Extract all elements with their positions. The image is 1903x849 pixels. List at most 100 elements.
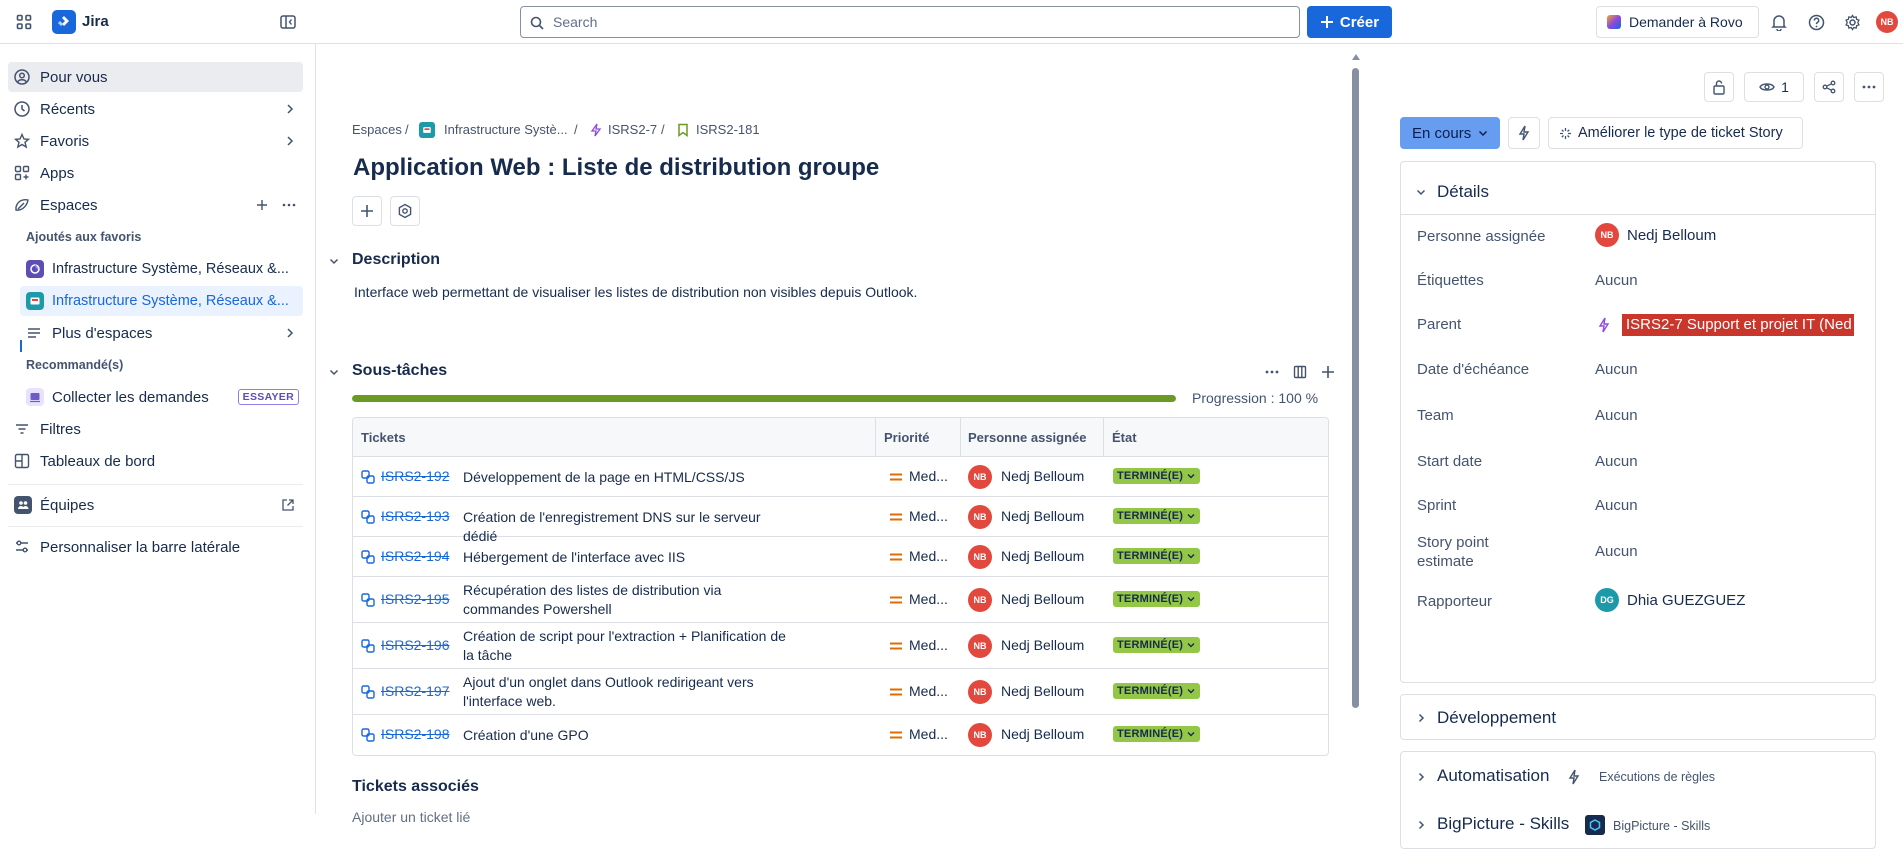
subtask-priority[interactable]: Med... (909, 508, 948, 524)
chevron-down-icon[interactable] (1413, 184, 1429, 200)
assignee-value[interactable]: NB Nedj Belloum (1595, 223, 1716, 247)
subtask-priority[interactable]: Med... (909, 591, 948, 607)
search-input[interactable]: Search (520, 6, 1300, 38)
subtask-summary[interactable]: Création de script pour l'extraction + P… (463, 627, 793, 665)
automation-button[interactable] (1508, 117, 1540, 149)
status-lozenge[interactable]: TERMINÉ(E) (1113, 683, 1201, 699)
breadcrumb-project[interactable]: Infrastructure Systè... (444, 122, 568, 137)
sidebar-item-for-you[interactable]: Pour vous (8, 62, 303, 92)
chevron-right-icon[interactable] (283, 326, 297, 340)
status-lozenge[interactable]: TERMINÉ(E) (1113, 548, 1201, 564)
subtask-key[interactable]: ISRS2-198 (381, 726, 449, 742)
table-row[interactable]: ISRS2-198 Création d'une GPO Med... NB Nedj … (353, 715, 1328, 755)
sidebar-item-dashboards[interactable]: Tableaux de bord (8, 446, 303, 476)
subtask-key[interactable]: ISRS2-192 (381, 468, 449, 484)
breadcrumb-current[interactable]: ISRS2-181 (696, 122, 760, 137)
table-row[interactable]: ISRS2-195 Récupération des listes de dist… (353, 577, 1328, 623)
subtask-assignee[interactable]: Nedj Belloum (1001, 726, 1084, 742)
column-header-tickets[interactable]: Tickets (361, 430, 406, 445)
create-button[interactable]: Créer (1307, 6, 1392, 38)
automation-heading[interactable]: Automatisation (1437, 766, 1549, 786)
try-badge[interactable]: ESSAYER (237, 389, 299, 405)
jira-logo-icon[interactable] (52, 10, 76, 34)
table-row[interactable]: ISRS2-192 Développement de la page en HTM… (353, 457, 1328, 497)
chevron-down-icon[interactable] (326, 253, 342, 269)
subtask-key[interactable]: ISRS2-194 (381, 548, 449, 564)
subtask-summary[interactable]: Ajout d'un onglet dans Outlook redirigea… (463, 673, 793, 711)
apps-button[interactable] (390, 196, 420, 226)
subtask-priority[interactable]: Med... (909, 726, 948, 742)
scrollbar-thumb[interactable] (1352, 68, 1359, 708)
subtask-assignee[interactable]: Nedj Belloum (1001, 637, 1084, 653)
details-heading[interactable]: Détails (1437, 182, 1489, 202)
subtask-assignee[interactable]: Nedj Belloum (1001, 508, 1084, 524)
subtask-priority[interactable]: Med... (909, 548, 948, 564)
scrollbar[interactable] (1352, 54, 1360, 814)
subtask-summary[interactable]: Développement de la page en HTML/CSS/JS (463, 468, 793, 487)
sidebar-item-favorites[interactable]: Favoris (8, 126, 303, 156)
subtask-assignee[interactable]: Nedj Belloum (1001, 548, 1084, 564)
subtask-summary[interactable]: Création d'une GPO (463, 726, 793, 745)
sidebar-item-fav-project-1[interactable]: Infrastructure Système, Réseaux &... (20, 254, 303, 284)
chevron-right-icon[interactable] (1413, 769, 1429, 785)
sidebar-item-customize[interactable]: Personnaliser la barre latérale (8, 532, 303, 562)
chevron-down-icon[interactable] (326, 364, 342, 380)
status-lozenge[interactable]: TERMINÉ(E) (1113, 591, 1201, 607)
status-lozenge[interactable]: TERMINÉ(E) (1113, 637, 1201, 653)
column-header-assignee[interactable]: Personne assignée (968, 430, 1087, 445)
chevron-right-icon[interactable] (283, 134, 297, 148)
reporter-value[interactable]: DG Dhia GUEZGUEZ (1595, 588, 1745, 612)
subtask-priority[interactable]: Med... (909, 637, 948, 653)
plus-icon[interactable] (1318, 364, 1338, 380)
watch-button[interactable]: 1 (1744, 72, 1804, 102)
sidebar-item-apps[interactable]: Apps (8, 158, 303, 188)
app-name[interactable]: Jira (82, 13, 109, 30)
share-button[interactable] (1814, 72, 1844, 102)
add-button[interactable] (352, 196, 382, 226)
settings-icon[interactable] (1842, 12, 1862, 32)
scroll-up-arrow[interactable] (1352, 54, 1360, 60)
notifications-icon[interactable] (1769, 12, 1789, 32)
bigpicture-heading[interactable]: BigPicture - Skills (1437, 814, 1569, 834)
chevron-right-icon[interactable] (1413, 710, 1429, 726)
team-value[interactable]: Aucun (1595, 407, 1638, 424)
table-row[interactable]: ISRS2-197 Ajout d'un onglet dans Outlook … (353, 669, 1328, 715)
subtasks-heading[interactable]: Sous-tâches (352, 362, 447, 380)
parent-value[interactable]: ISRS2-7 Support et projet IT (Ned (1622, 314, 1854, 336)
columns-icon[interactable] (1290, 364, 1310, 380)
due-date-value[interactable]: Aucun (1595, 361, 1638, 378)
issue-title[interactable]: Application Web : Liste de distribution … (353, 154, 879, 182)
external-link-icon[interactable] (281, 498, 295, 512)
labels-value[interactable]: Aucun (1595, 272, 1638, 289)
chevron-right-icon[interactable] (283, 102, 297, 116)
status-lozenge[interactable]: TERMINÉ(E) (1113, 508, 1201, 524)
subtask-assignee[interactable]: Nedj Belloum (1001, 683, 1084, 699)
subtask-key[interactable]: ISRS2-196 (381, 637, 449, 653)
sidebar-item-recent[interactable]: Récents (8, 94, 303, 124)
development-card[interactable]: Développement (1400, 694, 1876, 740)
status-lozenge[interactable]: TERMINÉ(E) (1113, 468, 1201, 484)
subtask-summary[interactable]: Récupération des listes de distribution … (463, 581, 793, 619)
add-linked-issue[interactable]: Ajouter un ticket lié (352, 809, 470, 825)
user-avatar[interactable]: NB (1876, 11, 1898, 33)
table-row[interactable]: ISRS2-194 Hébergement de l'interface avec… (353, 537, 1328, 577)
sidebar-item-fav-project-2[interactable]: Infrastructure Système, Réseaux &... (20, 286, 303, 316)
subtask-summary[interactable]: Hébergement de l'interface avec IIS (463, 548, 793, 567)
subtask-assignee[interactable]: Nedj Belloum (1001, 468, 1084, 484)
sidebar-item-teams[interactable]: Équipes (8, 490, 303, 520)
subtask-key[interactable]: ISRS2-197 (381, 683, 449, 699)
column-header-status[interactable]: État (1112, 430, 1137, 445)
sidebar-item-more-spaces[interactable]: Plus d'espaces (20, 318, 303, 348)
improve-ticket-button[interactable]: Améliorer le type de ticket Story (1548, 117, 1803, 149)
subtask-priority[interactable]: Med... (909, 683, 948, 699)
subtask-key[interactable]: ISRS2-195 (381, 591, 449, 607)
subtask-priority[interactable]: Med... (909, 468, 948, 484)
add-space-icon[interactable] (255, 198, 269, 212)
more-icon[interactable] (281, 198, 297, 212)
description-heading[interactable]: Description (352, 251, 440, 269)
subtask-assignee[interactable]: Nedj Belloum (1001, 591, 1084, 607)
restrict-button[interactable] (1704, 72, 1734, 102)
app-switcher-icon[interactable] (14, 12, 34, 32)
help-icon[interactable] (1806, 12, 1826, 32)
start-date-value[interactable]: Aucun (1595, 453, 1638, 470)
